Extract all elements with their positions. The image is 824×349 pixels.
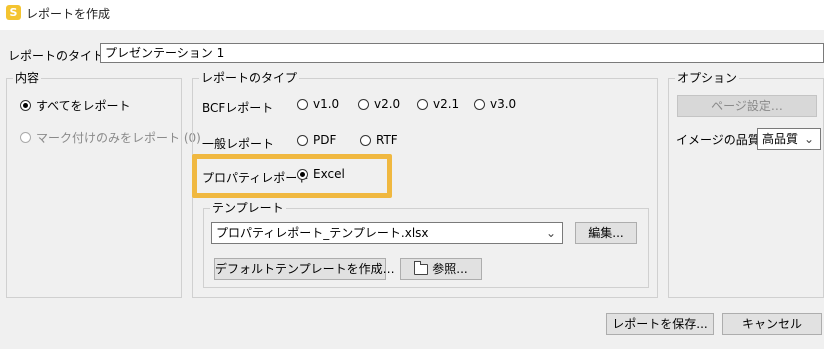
bcf-v21-label: v2.1 (433, 97, 460, 111)
bcf-v10-option[interactable]: v1.0 (297, 97, 339, 111)
image-quality-select[interactable]: 高品質 ⌄ (757, 128, 821, 150)
general-report-label: 一般レポート (202, 137, 275, 151)
template-group-legend: テンプレート (210, 201, 286, 215)
bcf-v21-option[interactable]: v2.1 (417, 97, 459, 111)
cancel-button[interactable]: キャンセル (722, 313, 822, 335)
report-type-group-legend: レポートのタイプ (199, 71, 300, 85)
bcf-v20-label: v2.0 (374, 97, 401, 111)
radio-icon[interactable] (360, 134, 371, 146)
radio-disabled-icon (20, 132, 31, 143)
edit-template-button[interactable]: 編集... (575, 222, 637, 244)
report-marked-option: マーク付けのみをレポート (0) (20, 129, 201, 146)
page-setup-button: ページ設定… (677, 95, 817, 117)
rtf-label: RTF (376, 133, 398, 147)
folder-icon (414, 261, 429, 275)
bcf-report-label: BCFレポート (202, 101, 274, 115)
options-group-legend: オプション (675, 71, 740, 85)
create-default-template-button[interactable]: デフォルトテンプレートを作成… (214, 258, 395, 280)
radio-checked-icon[interactable] (297, 168, 308, 180)
image-quality-label: イメージの品質 (676, 133, 760, 147)
title-bar (0, 0, 824, 30)
radio-icon[interactable] (297, 134, 308, 146)
radio-icon[interactable] (474, 98, 485, 110)
template-select[interactable]: プロパティレポート_テンプレート.xlsx ⌄ (211, 222, 563, 244)
excel-label: Excel (313, 167, 345, 181)
chevron-down-icon: ⌄ (545, 226, 556, 240)
radio-icon[interactable] (297, 98, 308, 110)
app-logo-icon: S (6, 5, 21, 20)
radio-icon[interactable] (417, 98, 428, 110)
report-all-label: すべてをレポート (36, 99, 131, 113)
radio-icon[interactable] (358, 98, 369, 110)
image-quality-value: 高品質 (762, 132, 799, 146)
bcf-v30-label: v3.0 (490, 97, 517, 111)
browse-label: 参照... (432, 262, 468, 276)
template-select-value: プロパティレポート_テンプレート.xlsx (216, 226, 429, 240)
rtf-option[interactable]: RTF (360, 133, 398, 147)
report-all-option[interactable]: すべてをレポート (20, 97, 130, 114)
pdf-label: PDF (313, 133, 337, 147)
report-marked-label: マーク付けのみをレポート (0) (36, 131, 201, 145)
pdf-option[interactable]: PDF (297, 133, 336, 147)
property-report-label: プロパティレポート (202, 171, 310, 185)
bcf-v20-option[interactable]: v2.0 (358, 97, 400, 111)
excel-option[interactable]: Excel (297, 167, 345, 181)
bcf-v10-label: v1.0 (313, 97, 340, 111)
radio-checked-icon[interactable] (20, 100, 31, 111)
window-title: レポートを作成 (26, 7, 111, 21)
content-group-legend: 内容 (13, 71, 42, 85)
report-title-input[interactable]: プレゼンテーション 1 (100, 43, 824, 63)
browse-button[interactable]: 参照... (400, 258, 482, 280)
save-report-button[interactable]: レポートを保存... (606, 313, 714, 335)
chevron-down-icon: ⌄ (803, 132, 814, 146)
bcf-v30-option[interactable]: v3.0 (474, 97, 516, 111)
